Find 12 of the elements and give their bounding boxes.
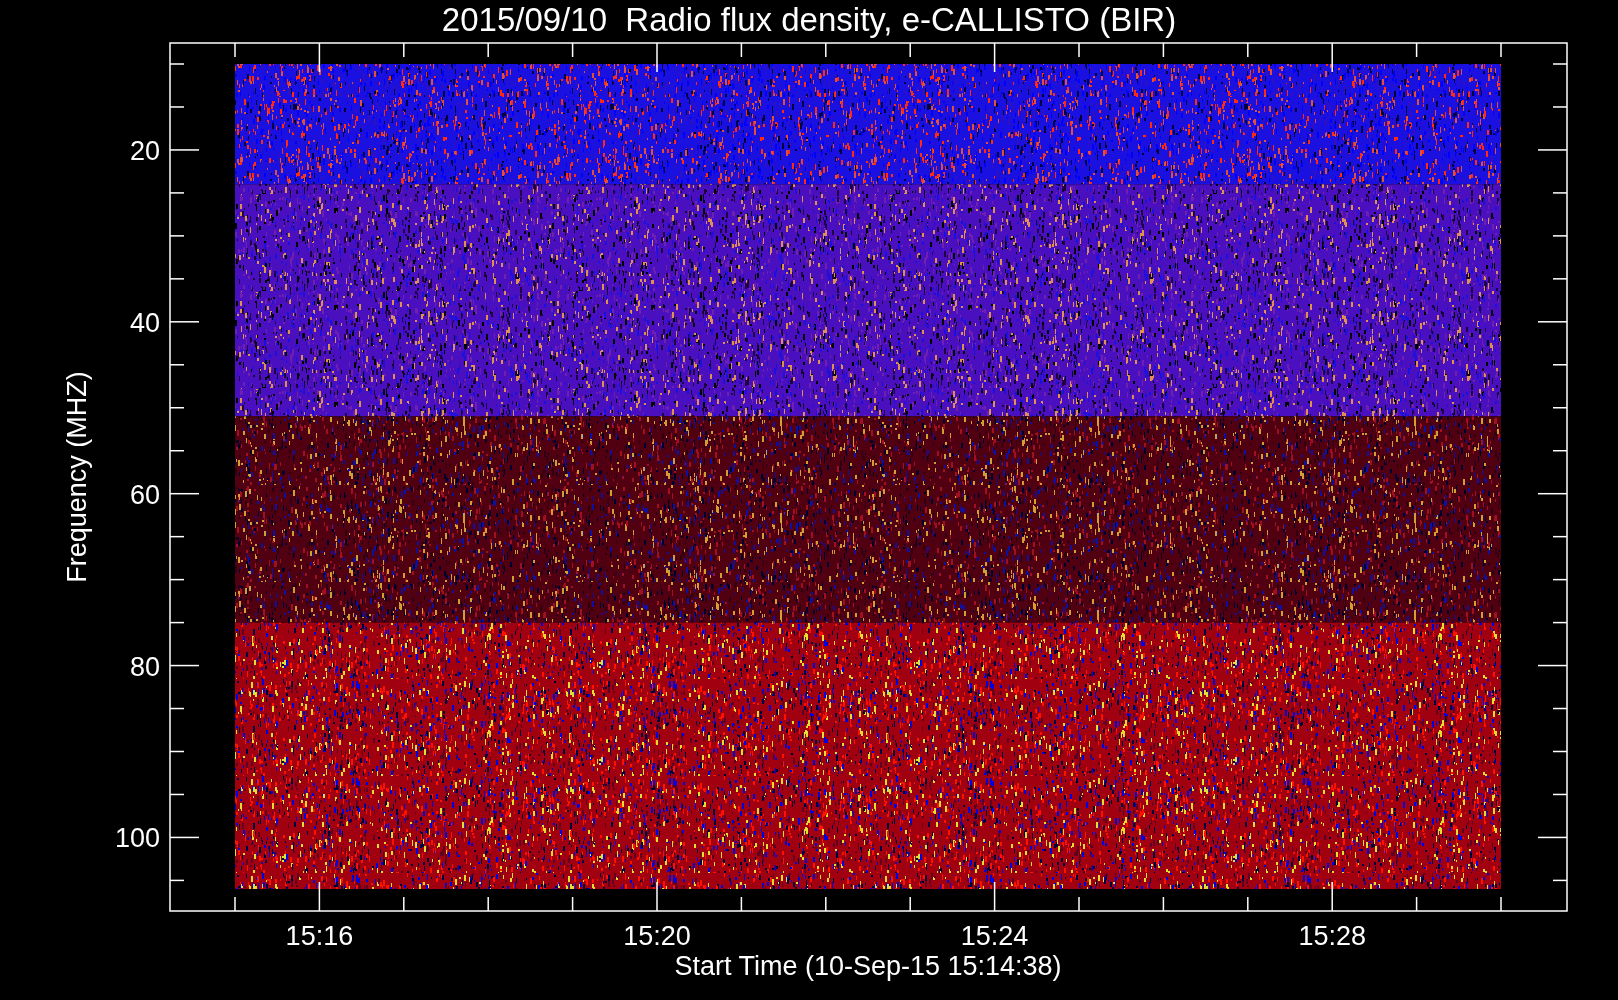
y-tick-label: 40: [129, 307, 160, 338]
x-tick-label: 15:16: [285, 921, 354, 951]
y-axis-label: Frequency (MHZ): [62, 371, 92, 583]
x-axis-label: Start Time (10-Sep-15 15:14:38): [674, 951, 1062, 981]
x-tick-label: 15:28: [1298, 921, 1366, 951]
y-tick-label: 60: [129, 479, 160, 510]
y-tick-label: 100: [114, 823, 160, 854]
x-tick-label: 15:20: [623, 921, 691, 951]
x-tick-label: 15:24: [960, 921, 1029, 951]
y-tick-label: 80: [129, 651, 160, 682]
chart-title: 2015/09/10 Radio flux density, e-CALLISTO (BIR): [441, 1, 1177, 38]
y-tick-label: 20: [129, 135, 160, 166]
